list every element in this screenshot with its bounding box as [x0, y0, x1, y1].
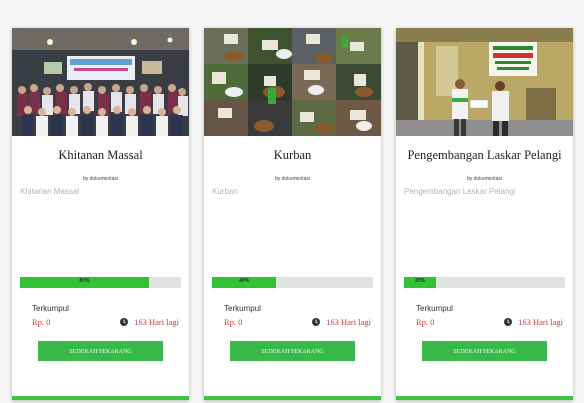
campaign-image-handover-photo[interactable] [396, 28, 573, 136]
donate-now-button[interactable]: SEDEKAH SEKARANG [230, 341, 355, 361]
donate-now-button[interactable]: SEDEKAH SEKARANG [422, 341, 547, 361]
clock-icon [120, 318, 129, 326]
collected-label: Terkumpul [416, 304, 453, 313]
campaign-title[interactable]: Khitanan Massal [12, 148, 189, 163]
campaign-card-kurban[interactable]: Kurban by dokumentasi Kurban 40% Terkump… [204, 28, 381, 400]
progress-bar: 40% [212, 277, 373, 288]
clock-icon [504, 318, 513, 326]
days-remaining-text: 163 Hari lagi [518, 317, 563, 327]
clock-icon [312, 318, 321, 326]
collected-amount: Rp. 0 [32, 317, 51, 327]
donate-now-button[interactable]: SEDEKAH SEKARANG [38, 341, 163, 361]
campaign-image-group-photo[interactable] [12, 28, 189, 136]
campaign-image-livestock-collage[interactable] [204, 28, 381, 136]
campaign-title[interactable]: Pengembangan Laskar Pelangi [396, 148, 573, 163]
campaign-author: by dokumentasi [274, 176, 311, 182]
campaign-title[interactable]: Kurban [204, 148, 381, 163]
progress-bar: 80% [20, 277, 181, 288]
days-remaining: 163 Hari lagi [312, 317, 371, 327]
campaign-description: Pengembangan Laskar Pelangi [404, 187, 516, 196]
campaign-author: by dokumentasi [82, 176, 119, 182]
progress-fill: 80% [20, 277, 149, 288]
campaign-card-khitanan[interactable]: Khitanan Massal by dokumentasi Khitanan … [12, 28, 189, 400]
progress-fill: 40% [212, 277, 277, 288]
days-remaining: 163 Hari lagi [120, 317, 179, 327]
collected-amount: Rp. 0 [416, 317, 435, 327]
collected-amount: Rp. 0 [224, 317, 243, 327]
campaign-list: Khitanan Massal by dokumentasi Khitanan … [0, 0, 584, 403]
collected-label: Terkumpul [224, 304, 261, 313]
progress-label: 80% [79, 278, 90, 284]
progress-fill: 20% [404, 277, 437, 288]
progress-label: 40% [239, 278, 250, 284]
days-remaining-text: 163 Hari lagi [134, 317, 179, 327]
days-remaining: 163 Hari lagi [504, 317, 563, 327]
progress-bar: 20% [404, 277, 565, 288]
campaign-card-laskar-pelangi[interactable]: Pengembangan Laskar Pelangi by dokumenta… [396, 28, 573, 400]
campaign-author: by dokumentasi [466, 176, 503, 182]
collected-label: Terkumpul [32, 304, 69, 313]
progress-label: 20% [415, 278, 426, 284]
campaign-description: Kurban [212, 187, 238, 196]
days-remaining-text: 163 Hari lagi [326, 317, 371, 327]
campaign-description: Khitanan Massal [20, 187, 80, 196]
